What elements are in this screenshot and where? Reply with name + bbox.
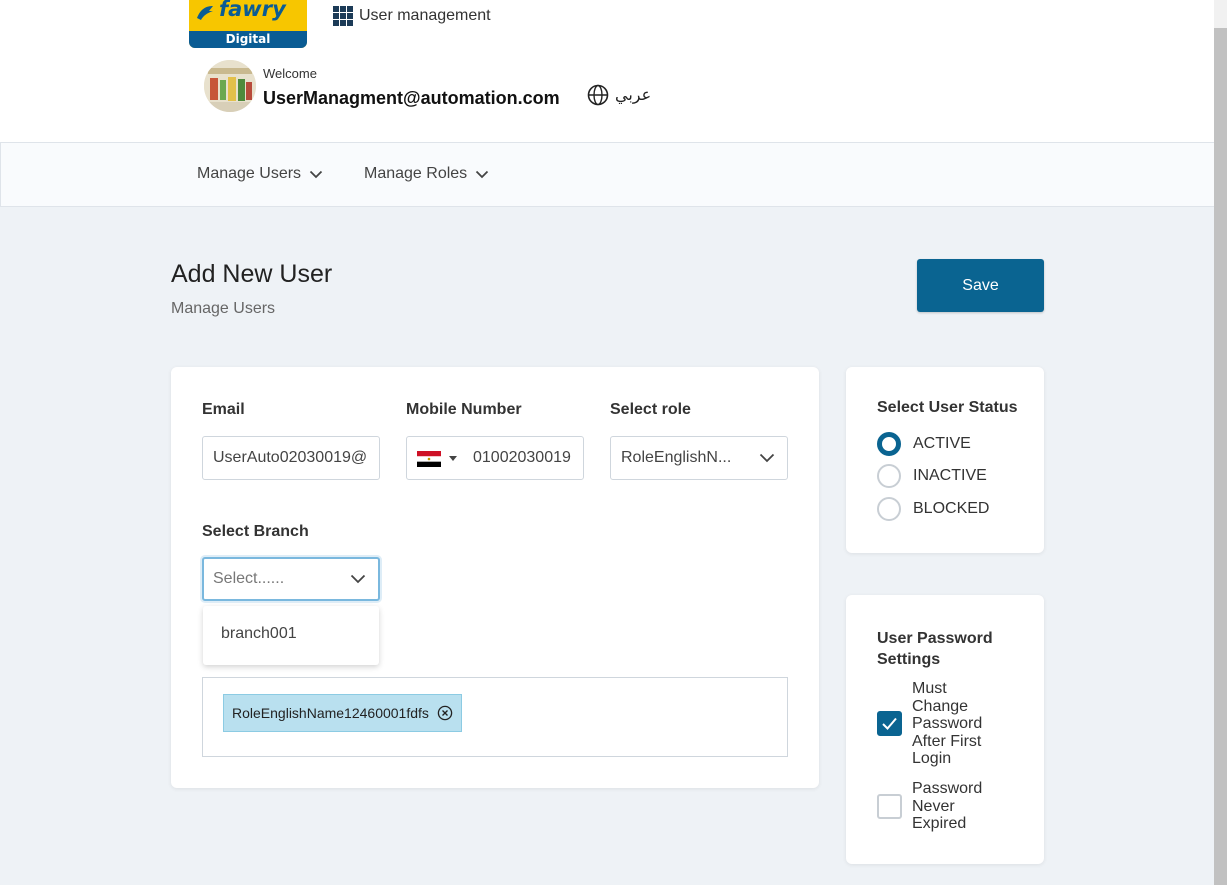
mobile-value: 01002030019 [473,449,571,466]
remove-circle-icon[interactable] [437,705,453,721]
logo-swoosh-icon [197,6,213,20]
status-option-inactive[interactable]: INACTIVE [877,464,987,488]
must-change-password-label: Must Change Password After First Login [912,680,983,767]
email-value: UserAuto02030019@ [213,449,368,466]
user-status-card [846,367,1044,553]
branch-option[interactable]: branch001 [221,625,297,643]
app-title-label: User management [359,7,491,24]
chevron-down-icon [476,170,489,178]
nav-manage-roles-label: Manage Roles [364,165,468,182]
globe-icon [587,84,609,106]
language-switcher[interactable]: عربي [587,84,651,106]
app-title[interactable]: User management [333,6,491,26]
chevron-down-icon [350,574,366,584]
role-value: RoleEnglishN... [621,449,732,466]
page-scrollbar[interactable] [1214,0,1227,885]
status-option-active[interactable]: ACTIVE [877,432,971,456]
mobile-field[interactable]: 01002030019 [406,436,584,480]
status-option-label: INACTIVE [913,467,987,484]
save-button[interactable]: Save [917,259,1044,312]
role-chip-label: RoleEnglishName12460001fdfs [232,705,429,721]
checkbox[interactable] [877,711,902,737]
nav-manage-users[interactable]: Manage Users [197,165,323,183]
radio-button[interactable] [877,497,901,521]
user-email: UserManagment@automation.com [263,88,560,108]
breadcrumb: Manage Users [171,300,276,317]
branch-placeholder: Select...... [213,570,285,587]
top-header: fawry Digital User management Welcome Us… [0,0,1214,142]
avatar-image [204,60,256,112]
nav-bar: Manage Users Manage Roles [0,142,1214,207]
password-never-expired-option[interactable]: Password Never Expired [877,780,1002,833]
radio-button[interactable] [877,432,901,456]
radio-button[interactable] [877,464,901,488]
branch-select[interactable]: Select...... [202,557,380,601]
must-change-password-option[interactable]: Must Change Password After First Login [877,680,1002,768]
logo-subtext: Digital [189,31,307,48]
fawry-logo[interactable]: fawry Digital [189,0,307,48]
status-title: Select User Status [877,399,1018,416]
checkmark-icon [882,718,897,731]
status-option-blocked[interactable]: BLOCKED [877,497,989,521]
chevron-down-icon [309,170,323,178]
caret-down-icon [449,456,457,461]
scrollbar-thumb[interactable] [1214,28,1227,885]
egypt-flag-icon [417,451,441,467]
logo-text: fawry [219,0,286,21]
role-chip[interactable]: RoleEnglishName12460001fdfs [223,694,462,732]
password-never-expired-label: Password Never Expired [912,780,983,832]
role-label: Select role [610,401,691,418]
nav-manage-roles[interactable]: Manage Roles [364,165,489,183]
welcome-text: Welcome [263,66,317,81]
password-settings-title: User Password Settings [877,630,993,668]
mobile-label: Mobile Number [406,401,522,418]
status-option-label: ACTIVE [913,435,971,452]
language-label: عربي [615,87,652,104]
country-selector[interactable] [417,451,457,467]
email-label: Email [202,401,245,418]
chevron-down-icon [759,453,775,463]
checkbox[interactable] [877,793,902,819]
selected-roles-box[interactable]: RoleEnglishName12460001fdfs [202,677,788,757]
apps-grid-icon [333,6,353,26]
email-field[interactable]: UserAuto02030019@ [202,436,380,480]
branch-label: Select Branch [202,523,309,540]
status-option-label: BLOCKED [913,500,990,517]
branch-dropdown-menu: branch001 [203,606,379,665]
avatar[interactable] [204,60,256,112]
nav-manage-users-label: Manage Users [197,165,302,182]
page-title: Add New User [171,260,333,288]
role-select[interactable]: RoleEnglishN... [610,436,788,480]
